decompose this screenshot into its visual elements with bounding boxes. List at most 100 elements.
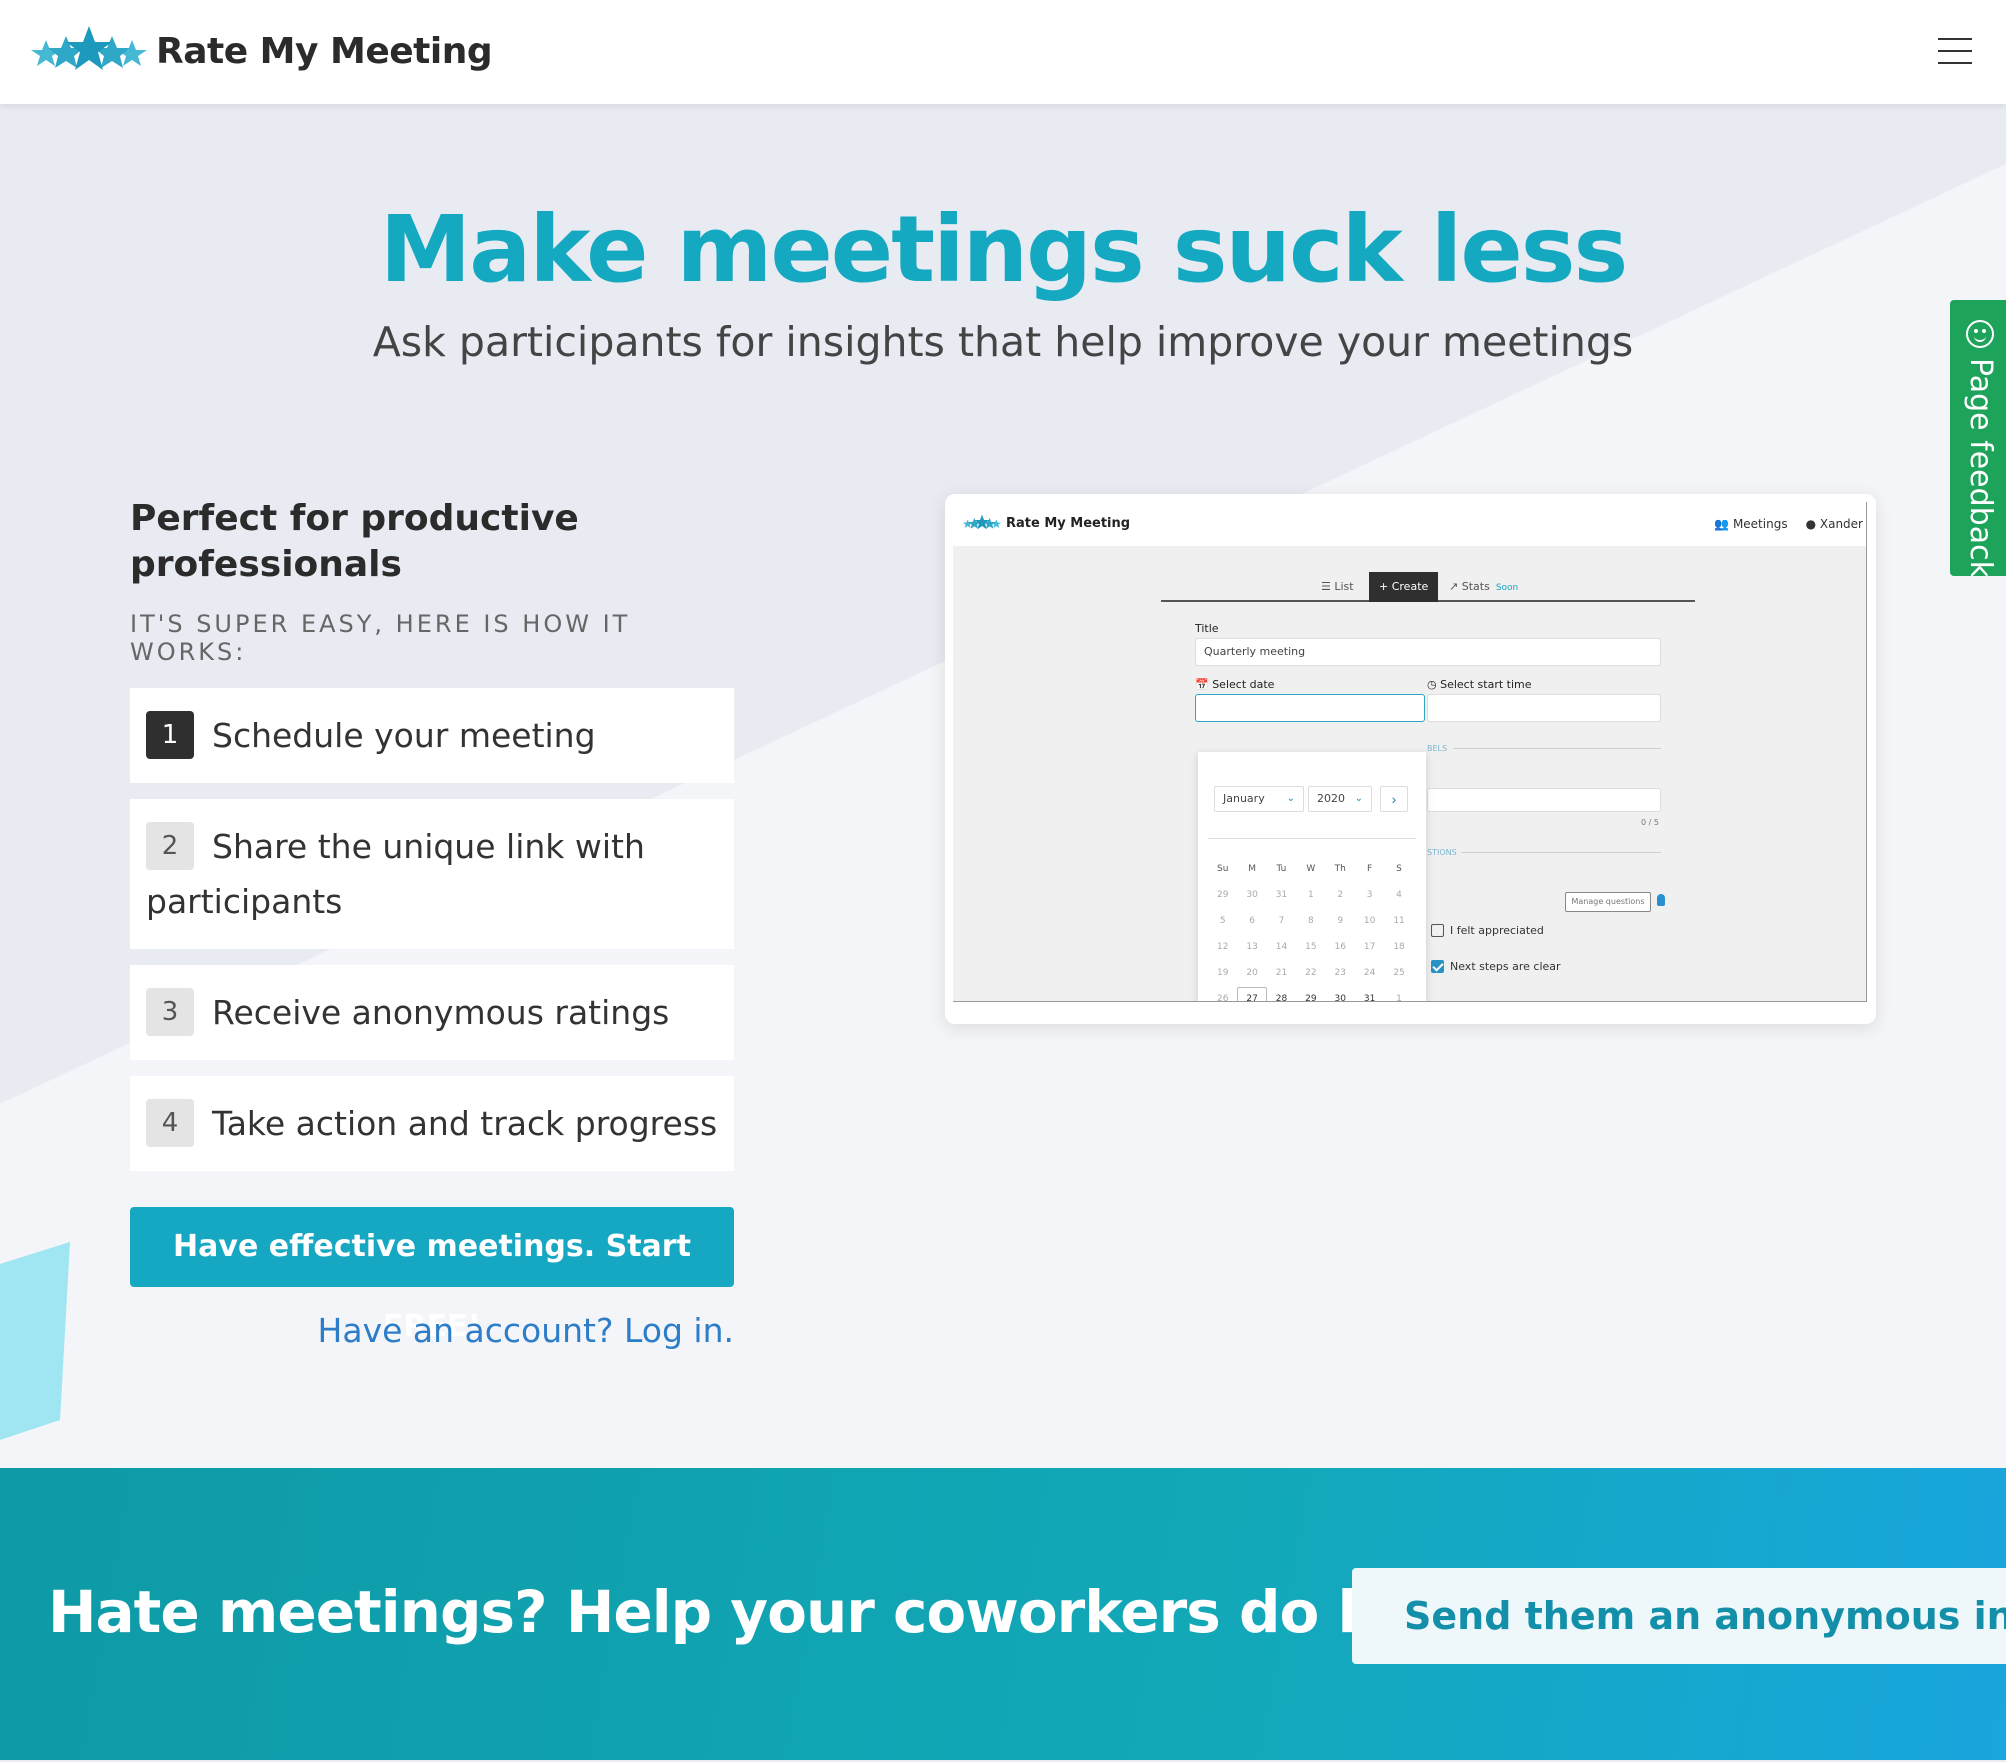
checkbox-checked-icon xyxy=(1431,960,1444,973)
calendar-day: 19 xyxy=(1216,968,1229,978)
hero-title: Make meetings suck less xyxy=(379,196,1629,303)
screenshot-datepicker: January ⌄ 2020 ⌄ › Su M Tu W Th F S 29 30 31 1 2 3 4 5 6 7… xyxy=(1198,752,1426,1002)
screenshot-labels-input xyxy=(1427,788,1661,812)
step-item: 2 Share the unique link with participants xyxy=(130,799,734,949)
screenshot-nav-links: 👥 Meetings ● Xander xyxy=(1714,517,1863,531)
calendar-day: 18 xyxy=(1393,942,1405,952)
screenshot-divider xyxy=(1453,748,1661,749)
screenshot-date-label: 📅 Select date xyxy=(1195,678,1275,691)
calendar-day: 10 xyxy=(1363,916,1376,926)
top-navbar: Rate My Meeting xyxy=(0,0,2006,104)
step-label: Take action and track progress xyxy=(212,1104,718,1143)
screenshot-year-select: 2020 ⌄ xyxy=(1308,786,1372,812)
stars-logo-icon xyxy=(31,26,147,70)
calendar-weekday: Su xyxy=(1216,864,1229,874)
screenshot-counter: 0 / 5 xyxy=(1641,818,1659,827)
calendar-day: 31 xyxy=(1363,994,1376,1002)
screenshot-title-input: Quarterly meeting xyxy=(1195,638,1661,666)
screenshot-month-select: January ⌄ xyxy=(1214,786,1304,812)
how-it-works-section: Perfect for productive professionals IT'… xyxy=(130,496,734,1350)
calendar-day: 1 xyxy=(1308,890,1314,900)
screenshot-manage-questions-button: Manage questions xyxy=(1565,892,1651,912)
stars-logo-icon xyxy=(962,514,1002,530)
calendar-day: 24 xyxy=(1363,968,1376,978)
app-screenshot: Rate My Meeting 👥 Meetings ● Xander ☰ Li… xyxy=(945,494,1876,1024)
smiley-icon xyxy=(1966,320,1995,348)
calendar-day: 13 xyxy=(1246,942,1258,952)
calendar-day: 16 xyxy=(1334,942,1346,952)
screenshot-tab-list: ☰ List xyxy=(1321,580,1354,593)
invite-button-label: Send them an anonymous invite xyxy=(1404,1594,2006,1638)
calendar-day: 3 xyxy=(1366,890,1373,900)
calendar-day: 6 xyxy=(1249,916,1255,926)
calendar-day: 28 xyxy=(1275,994,1288,1002)
hero-subtitle: Ask participants for insights that help … xyxy=(372,318,1634,366)
checkbox-icon xyxy=(1431,924,1444,937)
section-kicker: IT'S SUPER EASY, HERE IS HOW IT WORKS: xyxy=(130,610,631,666)
screenshot-time-input xyxy=(1427,694,1661,722)
section-heading: Perfect for productive professionals xyxy=(130,498,579,585)
login-link[interactable]: Have an account? Log in. xyxy=(130,1311,734,1350)
calendar-weekday: M xyxy=(1248,864,1256,874)
calendar-day: 21 xyxy=(1275,968,1288,978)
screenshot-nav-meetings: 👥 Meetings xyxy=(1714,517,1788,531)
step-label: Schedule your meeting xyxy=(212,716,596,755)
calendar-day: 5 xyxy=(1219,916,1226,926)
screenshot-check-next-steps: Next steps are clear xyxy=(1431,960,1561,973)
calendar-weekday: Th xyxy=(1334,864,1346,874)
calendar-day: 4 xyxy=(1396,890,1402,900)
calendar-weekday: S xyxy=(1396,864,1402,874)
step-item: 1 Schedule your meeting xyxy=(130,688,734,783)
invite-banner: Hate meetings? Help your coworkers do be… xyxy=(0,1468,2006,1762)
step-number: 1 xyxy=(146,710,194,759)
calendar-weekday: W xyxy=(1306,864,1316,874)
calendar-day: 31 xyxy=(1275,890,1288,900)
calendar-day: 9 xyxy=(1337,916,1344,926)
screenshot-nav-user: ● Xander xyxy=(1805,517,1863,531)
screenshot-questions-heading: STIONS xyxy=(1427,848,1457,857)
step-number: 3 xyxy=(146,987,194,1036)
calendar-day: 14 xyxy=(1275,942,1288,952)
lightbulb-icon xyxy=(1657,894,1665,906)
brand-name: Rate My Meeting xyxy=(156,30,493,72)
calendar-day: 29 xyxy=(1216,890,1229,900)
step-label: Receive anonymous ratings xyxy=(212,993,670,1032)
step-label: Share the unique link with participants xyxy=(146,827,645,921)
screenshot-brand: Rate My Meeting xyxy=(961,514,1130,532)
calendar-day: 30 xyxy=(1334,994,1346,1002)
step-item: 3 Receive anonymous ratings xyxy=(130,965,734,1060)
screenshot-labels-heading: BELS xyxy=(1427,744,1448,753)
calendar-day: 30 xyxy=(1246,890,1258,900)
screenshot-tabs: ☰ List + Create ↗ Stats Soon xyxy=(1161,572,1695,602)
screenshot-navbar: Rate My Meeting 👥 Meetings ● Xander xyxy=(953,502,1866,546)
calendar-day: 17 xyxy=(1363,942,1376,952)
calendar-weekday: Tu xyxy=(1276,864,1287,874)
screenshot-check-appreciated: I felt appreciated xyxy=(1431,924,1544,937)
hamburger-menu-icon[interactable] xyxy=(1938,38,1972,64)
send-anonymous-invite-button[interactable]: Send them an anonymous invite xyxy=(1352,1568,2006,1664)
screenshot-calendar-grid: Su M Tu W Th F S 29 30 31 1 2 3 4 5 6 7 8 9 10 11 12 13 14 15 16 1… xyxy=(1208,856,1414,1002)
screenshot-body: ☰ List + Create ↗ Stats Soon Title Quarte… xyxy=(953,546,1866,1002)
app-screenshot-frame: Rate My Meeting 👥 Meetings ● Xander ☰ Li… xyxy=(953,502,1867,1002)
screenshot-tab-create: + Create xyxy=(1369,572,1439,602)
calendar-day: 2 xyxy=(1337,890,1344,900)
screenshot-tab-stats: ↗ Stats Soon xyxy=(1449,580,1519,593)
start-free-button[interactable]: Have effective meetings. Start FREE! xyxy=(130,1207,734,1344)
calendar-day: 8 xyxy=(1308,916,1314,926)
screenshot-time-label: ◷ Select start time xyxy=(1427,678,1532,691)
calendar-day: 20 xyxy=(1246,968,1258,978)
brand-logo-link[interactable]: Rate My Meeting xyxy=(26,24,493,78)
chevron-down-icon: ⌄ xyxy=(1354,793,1363,804)
calendar-day: 11 xyxy=(1393,916,1405,926)
calendar-day: 26 xyxy=(1216,994,1229,1002)
page-feedback-tab[interactable]: Page feedback xyxy=(1950,300,2006,578)
screenshot-divider xyxy=(1461,852,1661,853)
calendar-day: 22 xyxy=(1305,968,1317,978)
chevron-down-icon: ⌄ xyxy=(1286,793,1295,804)
calendar-weekday: F xyxy=(1367,864,1373,874)
chevron-right-icon: › xyxy=(1380,786,1408,812)
steps-list: 1 Schedule your meeting 2 Share the unique… xyxy=(130,688,734,1171)
screenshot-brand-name: Rate My Meeting xyxy=(1006,515,1131,531)
step-number: 4 xyxy=(146,1098,194,1147)
screenshot-date-input xyxy=(1195,694,1425,722)
